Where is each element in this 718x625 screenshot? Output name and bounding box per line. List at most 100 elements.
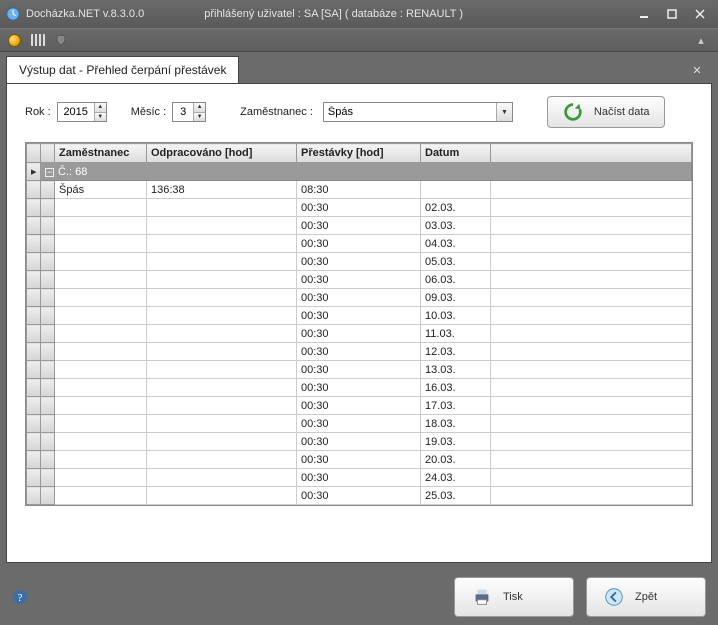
table-row[interactable]: 00:3002.03. [27,199,692,217]
row-indicator [27,343,41,361]
employee-input[interactable] [324,103,496,121]
row-selector [41,451,55,469]
month-down-icon[interactable]: ▼ [194,113,205,122]
title-bar: Docházka.NET v.8.3.0.0 přihlášený uživat… [0,0,718,28]
record-icon[interactable] [8,34,21,47]
year-up-icon[interactable]: ▲ [95,103,106,113]
row-selector [41,181,55,199]
cell-empty [491,253,692,271]
cell-employee [55,415,147,433]
col-header-date[interactable]: Datum [421,144,491,163]
col-header-empty [491,144,692,163]
row-selector [41,361,55,379]
row-indicator [27,235,41,253]
tab-output[interactable]: Výstup dat - Přehled čerpání přestávek [6,56,239,83]
cell-empty [491,307,692,325]
row-selector [41,469,55,487]
col-header-breaks[interactable]: Přestávky [hod] [297,144,421,163]
cell-empty [491,289,692,307]
group-label: Č.: 68 [58,166,87,178]
table-row[interactable]: 00:3012.03. [27,343,692,361]
table-row[interactable]: 00:3018.03. [27,415,692,433]
table-row[interactable]: 00:3005.03. [27,253,692,271]
row-selector [41,325,55,343]
table-row[interactable]: 00:3016.03. [27,379,692,397]
cell-employee [55,217,147,235]
cell-empty [491,397,692,415]
employee-dropdown-icon[interactable]: ▼ [496,103,512,121]
table-row[interactable]: 00:3019.03. [27,433,692,451]
table-row[interactable]: 00:3011.03. [27,325,692,343]
load-data-button[interactable]: Načíst data [547,96,665,128]
cell-date [421,181,491,199]
month-up-icon[interactable]: ▲ [194,103,205,113]
row-selector [41,397,55,415]
app-icon [6,7,20,21]
cell-employee [55,361,147,379]
back-button[interactable]: Zpět [586,577,706,617]
cell-employee: Špás [55,181,147,199]
table-row[interactable]: 00:3006.03. [27,271,692,289]
row-indicator [27,253,41,271]
row-indicator [27,487,41,505]
cell-date: 12.03. [421,343,491,361]
table-row[interactable]: 00:3010.03. [27,307,692,325]
employee-label: Zaměstnanec : [240,106,313,118]
cell-worked [147,397,297,415]
cell-empty [491,415,692,433]
minimize-button[interactable] [632,5,656,23]
row-selector [41,253,55,271]
barcode-icon[interactable] [31,34,45,46]
table-row[interactable]: 00:3003.03. [27,217,692,235]
table-row[interactable]: 00:3020.03. [27,451,692,469]
cell-employee [55,379,147,397]
col-header-employee[interactable]: Zaměstnanec [55,144,147,163]
back-arrow-icon [603,586,625,608]
cell-breaks: 00:30 [297,397,421,415]
cell-breaks: 00:30 [297,217,421,235]
tab-strip: Výstup dat - Přehled čerpání přestávek ✕ [0,52,718,83]
year-input[interactable] [58,103,94,121]
cell-worked [147,469,297,487]
cell-breaks: 00:30 [297,271,421,289]
row-indicator [27,181,41,199]
table-row[interactable]: 00:3017.03. [27,397,692,415]
cell-breaks: 00:30 [297,469,421,487]
maximize-button[interactable] [660,5,684,23]
main-panel: Rok : ▲ ▼ Měsíc : ▲ ▼ [6,83,712,563]
cell-empty [491,271,692,289]
cell-employee [55,325,147,343]
print-button[interactable]: Tisk [454,577,574,617]
cell-empty [491,361,692,379]
close-button[interactable] [688,5,712,23]
shield-icon[interactable] [55,34,67,46]
table-row[interactable]: 00:3004.03. [27,235,692,253]
month-spinner[interactable]: ▲ ▼ [172,102,206,122]
group-row[interactable]: ▸ −Č.: 68 [27,163,692,181]
row-indicator [27,433,41,451]
table-row[interactable]: 00:3024.03. [27,469,692,487]
data-grid[interactable]: Zaměstnanec Odpracováno [hod] Přestávky … [25,142,693,506]
row-selector [41,199,55,217]
employee-combo[interactable]: ▼ [323,102,513,122]
cell-breaks: 00:30 [297,235,421,253]
cell-worked [147,217,297,235]
cell-date: 20.03. [421,451,491,469]
table-row[interactable]: 00:3013.03. [27,361,692,379]
row-selector [41,289,55,307]
group-collapse-icon[interactable]: − [45,168,54,177]
collapse-ribbon-icon[interactable]: ▴ [692,34,710,47]
cell-empty [491,217,692,235]
table-row[interactable]: 00:3009.03. [27,289,692,307]
table-row[interactable]: Špás136:3808:30 [27,181,692,199]
help-icon[interactable]: ? [12,589,28,605]
row-selector [41,415,55,433]
table-row[interactable]: 00:3025.03. [27,487,692,505]
col-header-worked[interactable]: Odpracováno [hod] [147,144,297,163]
cell-employee [55,235,147,253]
cell-breaks: 00:30 [297,361,421,379]
tab-close-button[interactable]: ✕ [688,61,706,79]
month-input[interactable] [173,103,193,121]
year-down-icon[interactable]: ▼ [95,113,106,122]
year-spinner[interactable]: ▲ ▼ [57,102,107,122]
